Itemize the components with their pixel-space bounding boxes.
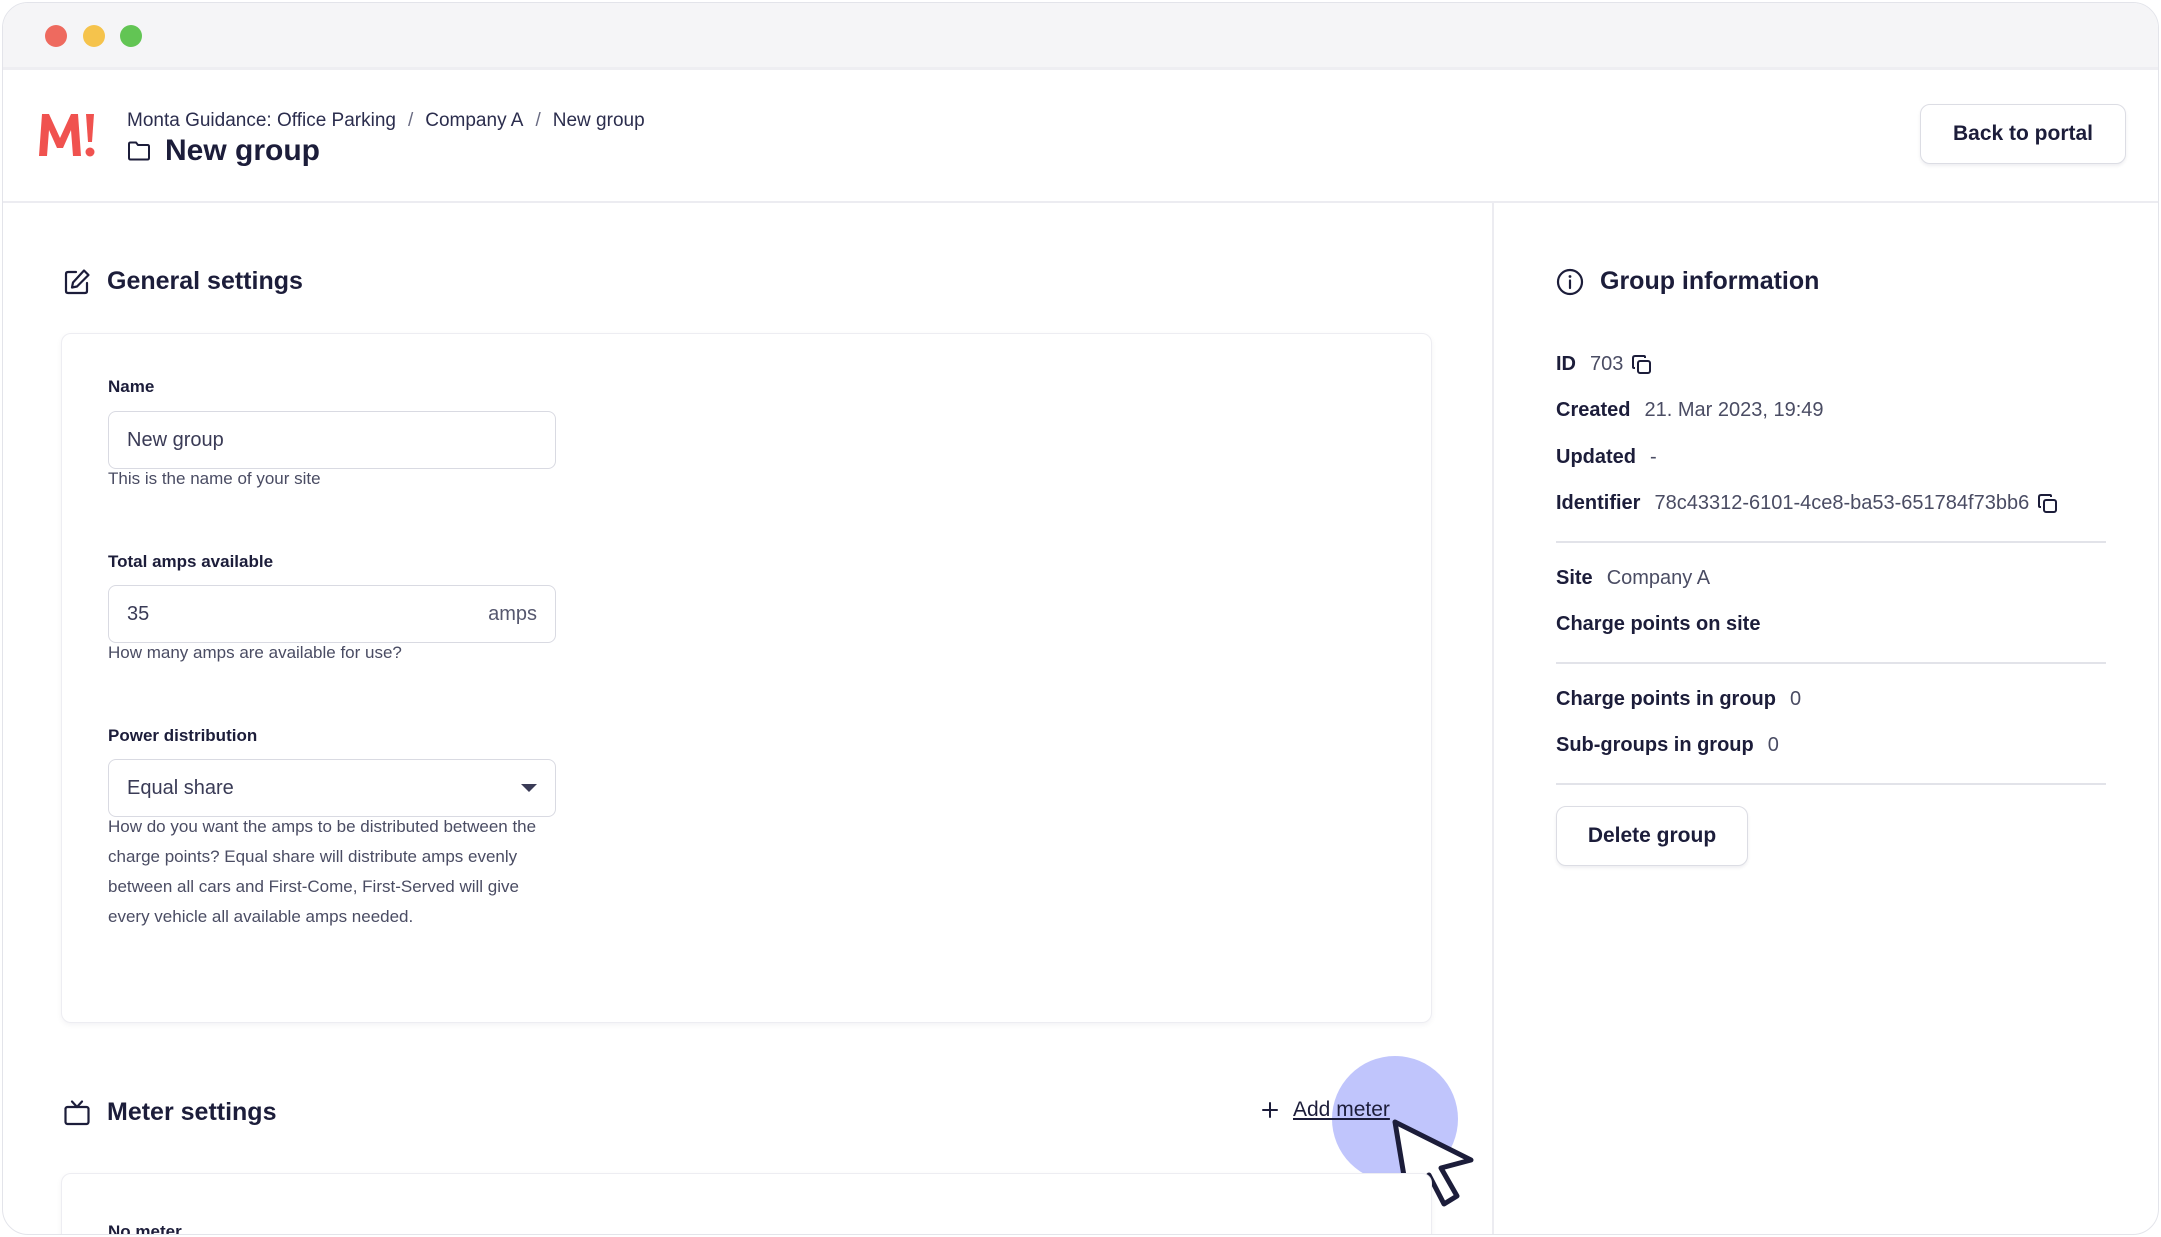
power-distribution-select[interactable]: Equal share: [108, 759, 556, 817]
page-header: Monta Guidance: Office Parking / Company…: [3, 70, 2158, 203]
add-meter-button[interactable]: Add meter: [1261, 1098, 1390, 1122]
power-distribution-value: Equal share: [127, 776, 234, 799]
power-distribution-help-text: How do you want the amps to be distribut…: [108, 817, 537, 926]
amps-input-value: 35: [127, 602, 150, 625]
created-label: Created: [1556, 399, 1631, 421]
general-settings-heading: General settings: [63, 267, 303, 296]
breadcrumb-item-company[interactable]: Company A: [425, 110, 523, 132]
updated-row: Updated -: [1556, 446, 1657, 469]
title-bar: [3, 3, 2158, 70]
subgroups-value: 0: [1767, 734, 1779, 756]
power-distribution-label: Power distribution: [108, 726, 258, 745]
charge-points-site-label: Charge points on site: [1556, 613, 1761, 635]
page-title: New group: [165, 134, 320, 167]
meter-settings-heading: Meter settings: [63, 1098, 276, 1127]
info-divider: [1556, 541, 2106, 543]
site-row: Site Company A: [1556, 567, 1710, 590]
info-divider: [1556, 783, 2106, 785]
group-information-heading: Group information: [1556, 267, 1819, 296]
id-value: 703: [1590, 353, 1624, 375]
created-value: 21. Mar 2023, 19:49: [1644, 399, 1824, 421]
name-label: Name: [108, 377, 155, 396]
info-divider: [1556, 662, 2106, 664]
general-settings-title: General settings: [107, 267, 303, 295]
plus-icon: [1262, 1102, 1278, 1118]
breadcrumb-separator: /: [407, 110, 414, 131]
amps-input[interactable]: 35 amps: [108, 585, 556, 643]
identifier-row: Identifier 78c43312-6101-4ce8-ba53-65178…: [1556, 492, 2059, 515]
edit-icon: [64, 268, 90, 294]
delete-group-button[interactable]: Delete group: [1556, 806, 1748, 866]
page-title-row: New group: [127, 134, 320, 168]
subgroups-row: Sub-groups in group 0: [1556, 734, 1779, 757]
folder-icon: [128, 141, 150, 161]
charge-points-group-label: Charge points in group: [1556, 688, 1776, 710]
name-input[interactable]: New group: [108, 411, 556, 469]
breadcrumb-item-group: New group: [552, 110, 645, 131]
info-icon: [1556, 268, 1584, 295]
amps-unit: amps: [488, 602, 537, 625]
created-row: Created 21. Mar 2023, 19:49: [1556, 399, 1824, 422]
main-content: General settings Name New group This is …: [3, 203, 1492, 1235]
name-help-text: This is the name of your site: [108, 469, 321, 488]
maximize-window-button[interactable]: [120, 25, 142, 47]
site-value: Company A: [1606, 567, 1711, 589]
identifier-value: 78c43312-6101-4ce8-ba53-651784f73bb6: [1654, 492, 2030, 514]
charge-points-group-value: 0: [1790, 688, 1802, 710]
copy-icon[interactable]: [1631, 354, 1653, 376]
amps-help-text: How many amps are available for use?: [108, 643, 402, 662]
amps-label: Total amps available: [108, 552, 274, 571]
close-window-button[interactable]: [45, 25, 67, 47]
name-input-value: New group: [127, 428, 224, 451]
general-settings-card: Name New group This is the name of your …: [61, 333, 1432, 1023]
charge-points-group-row: Charge points in group 0: [1556, 688, 1801, 711]
breadcrumb: Monta Guidance: Office Parking / Company…: [127, 110, 645, 132]
updated-label: Updated: [1556, 446, 1636, 468]
caret-down-icon: [521, 784, 537, 792]
breadcrumb-separator: /: [535, 110, 541, 131]
app-window: Monta Guidance: Office Parking / Company…: [2, 2, 2159, 1235]
copy-icon[interactable]: [2037, 493, 2059, 515]
identifier-label: Identifier: [1556, 492, 1641, 514]
group-information-title: Group information: [1600, 267, 1820, 295]
add-meter-label: Add meter: [1293, 1098, 1390, 1121]
group-information-panel: Group information ID 703 Created 21. Mar…: [1494, 203, 2158, 1234]
id-label: ID: [1556, 353, 1576, 375]
breadcrumb-item-site[interactable]: Monta Guidance: Office Parking: [127, 110, 396, 132]
no-meter-text: No meter: [108, 1222, 182, 1235]
site-label: Site: [1556, 567, 1593, 589]
back-to-portal-button[interactable]: Back to portal: [1920, 104, 2126, 164]
tv-icon: [64, 1099, 90, 1125]
id-row: ID 703: [1556, 353, 1653, 376]
subgroups-label: Sub-groups in group: [1556, 734, 1754, 756]
minimize-window-button[interactable]: [83, 25, 105, 47]
meter-settings-card: No meter: [61, 1173, 1432, 1235]
monta-logo[interactable]: [36, 108, 96, 160]
updated-value: -: [1650, 446, 1657, 468]
meter-settings-title: Meter settings: [107, 1098, 277, 1126]
charge-points-site-row: Charge points on site: [1556, 613, 1760, 636]
